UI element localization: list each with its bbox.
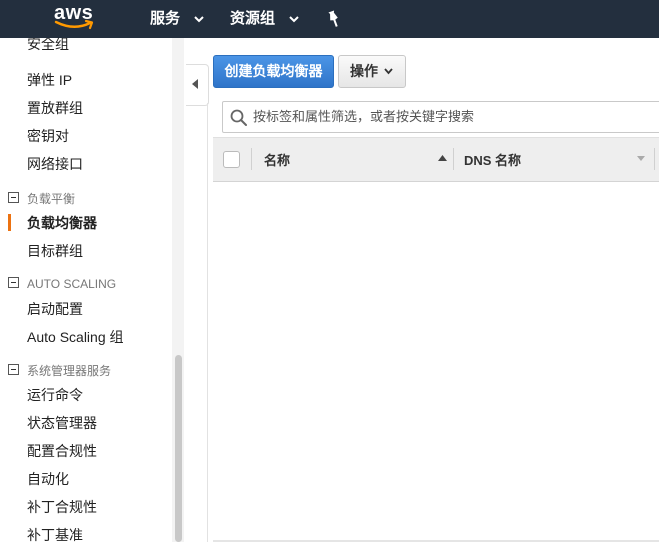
chevron-down-icon xyxy=(384,68,393,75)
sidebar-item-elastic-ip[interactable]: 弹性 IP xyxy=(27,70,72,90)
resource-groups-menu-label: 资源组 xyxy=(230,10,276,27)
left-sidebar: 安全组 弹性 IP 置放群组 密钥对 网络接口 负载平衡 负载均衡器 目标群组 … xyxy=(0,38,172,542)
load-balancers-table: 名称 DNS 名称 xyxy=(213,137,659,542)
services-menu[interactable]: 服务 xyxy=(150,0,204,38)
sidebar-item-load-balancers[interactable]: 负载均衡器 xyxy=(27,213,97,233)
sidebar-item-security-groups[interactable]: 安全组 xyxy=(27,38,69,54)
aws-smile-icon xyxy=(54,19,94,30)
column-header-dns-name[interactable]: DNS 名称 xyxy=(464,150,521,169)
top-nav-bar: aws 服务 资源组 xyxy=(0,0,659,38)
services-menu-label: 服务 xyxy=(150,10,181,27)
chevron-down-icon xyxy=(289,16,299,23)
sidebar-section-auto-scaling[interactable]: AUTO SCALING xyxy=(8,276,116,292)
sidebar-section-load-balancing[interactable]: 负载平衡 xyxy=(8,190,75,206)
sidebar-item-patch-compliance[interactable]: 补丁合规性 xyxy=(27,497,97,517)
select-all-checkbox[interactable] xyxy=(223,151,240,168)
sidebar-item-placement-groups[interactable]: 置放群组 xyxy=(27,98,83,118)
collapse-toggle-icon[interactable] xyxy=(8,277,19,289)
section-title: 负载平衡 xyxy=(27,192,76,206)
sort-ascending-icon[interactable] xyxy=(438,155,447,161)
search-icon xyxy=(230,109,247,126)
sidebar-item-run-command[interactable]: 运行命令 xyxy=(27,385,83,405)
content-divider xyxy=(207,103,208,542)
active-indicator xyxy=(8,214,11,231)
sidebar-scrollbar-thumb[interactable] xyxy=(175,355,182,542)
column-divider xyxy=(251,148,252,170)
collapse-toggle-icon[interactable] xyxy=(8,192,19,203)
sidebar-item-target-groups[interactable]: 目标群组 xyxy=(27,241,83,261)
sidebar-collapse-button[interactable] xyxy=(186,64,209,106)
sidebar-item-automation[interactable]: 自动化 xyxy=(27,469,69,489)
column-divider xyxy=(654,148,655,170)
sort-descending-icon[interactable] xyxy=(637,156,645,161)
section-title: AUTO SCALING xyxy=(27,276,117,291)
resource-groups-menu[interactable]: 资源组 xyxy=(230,0,299,38)
chevron-down-icon xyxy=(194,16,204,23)
sidebar-item-key-pairs[interactable]: 密钥对 xyxy=(27,126,69,146)
actions-dropdown-button[interactable]: 操作 xyxy=(338,55,406,88)
create-load-balancer-button[interactable]: 创建负载均衡器 xyxy=(213,55,334,88)
column-divider xyxy=(453,148,454,170)
sidebar-item-state-manager[interactable]: 状态管理器 xyxy=(27,413,97,433)
filter-search-box[interactable] xyxy=(222,101,659,133)
search-input[interactable] xyxy=(253,102,653,130)
table-header: 名称 DNS 名称 xyxy=(213,137,659,182)
sidebar-item-auto-scaling-groups[interactable]: Auto Scaling 组 xyxy=(27,327,124,347)
sidebar-item-patch-baselines[interactable]: 补丁基准 xyxy=(27,525,83,542)
section-title: 系统管理器服务 xyxy=(27,364,112,378)
aws-logo[interactable]: aws xyxy=(54,2,98,34)
sidebar-item-launch-configurations[interactable]: 启动配置 xyxy=(27,299,83,319)
sidebar-section-systems-manager[interactable]: 系统管理器服务 xyxy=(8,362,111,378)
chevron-left-icon xyxy=(192,79,198,89)
sidebar-item-network-interfaces[interactable]: 网络接口 xyxy=(27,154,83,174)
column-header-name[interactable]: 名称 xyxy=(264,150,290,169)
collapse-toggle-icon[interactable] xyxy=(8,364,19,375)
pushpin-icon[interactable] xyxy=(326,10,342,28)
sidebar-item-configuration-compliance[interactable]: 配置合规性 xyxy=(27,441,97,461)
actions-label: 操作 xyxy=(350,63,378,79)
